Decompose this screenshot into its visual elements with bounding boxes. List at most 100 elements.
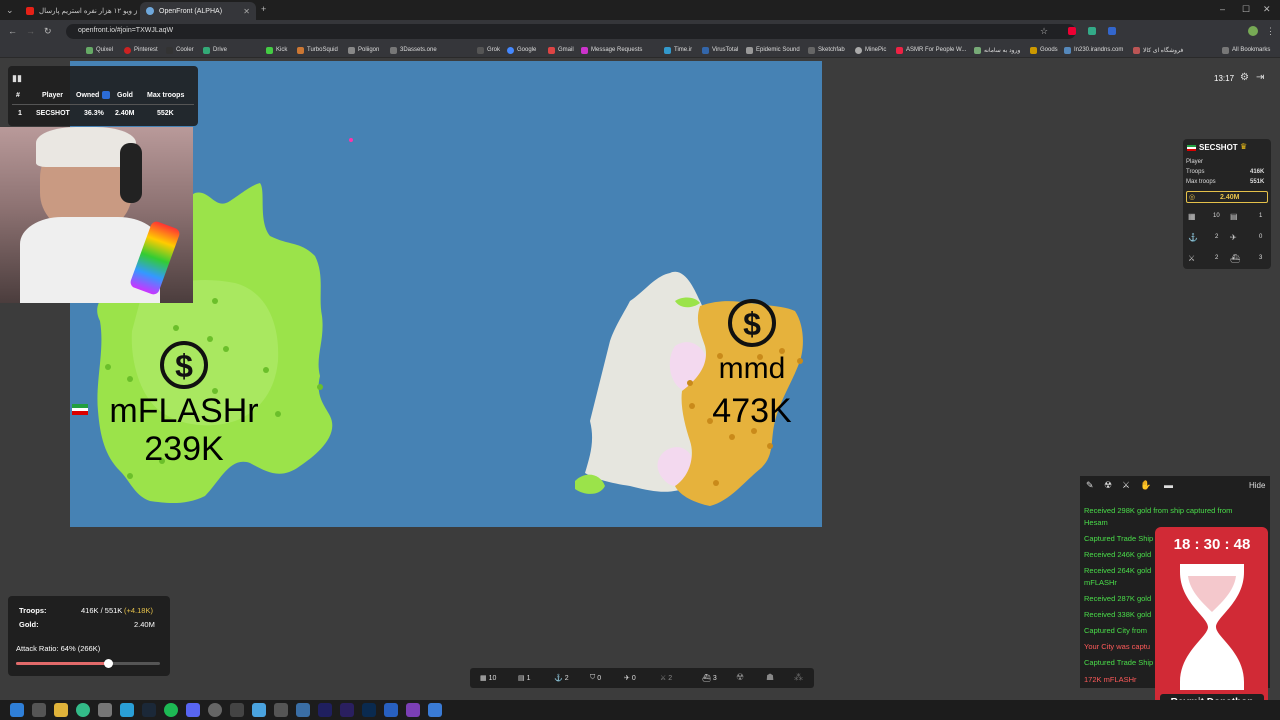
leaderboard-header[interactable]: Player (42, 92, 63, 99)
premiere-icon[interactable] (340, 703, 354, 717)
app-icon[interactable] (296, 703, 310, 717)
all-bookmarks[interactable]: All Bookmarks (1222, 45, 1270, 55)
bookmark-item[interactable]: Sketchfab (808, 45, 845, 55)
profile-avatar[interactable] (1248, 26, 1258, 36)
build-port-button[interactable]: ⚓ 2 (554, 672, 569, 684)
bookmark-item[interactable]: Google (507, 45, 536, 55)
tab-openfront[interactable]: OpenFront (ALPHA) ✕ (140, 2, 256, 20)
window-close-icon[interactable]: ✕ (1263, 4, 1271, 15)
steam-icon[interactable] (142, 703, 156, 717)
obs-icon[interactable] (208, 703, 222, 717)
app-icon[interactable] (428, 703, 442, 717)
menu-icon[interactable]: ⋮ (1266, 26, 1275, 37)
extension-icon[interactable] (1088, 27, 1096, 35)
bookmark-item[interactable]: In230.irandns.com (1064, 45, 1123, 55)
attack-ratio-slider[interactable] (16, 662, 160, 665)
star-icon[interactable]: ☆ (1040, 26, 1048, 37)
bookmark-label: Drive (213, 47, 228, 53)
file-explorer-icon[interactable] (54, 703, 68, 717)
bookmark-item[interactable]: Poliigon (348, 45, 379, 55)
bookmark-item[interactable]: Grok (477, 45, 500, 55)
bookmark-item[interactable]: Gmail (548, 45, 574, 55)
sort-icon[interactable] (102, 91, 110, 99)
build-filter-icon[interactable]: ✎ (1086, 480, 1094, 491)
bookmark-item[interactable]: Time.ir (664, 45, 692, 55)
bookmark-item[interactable]: MinePic (855, 45, 886, 55)
bookmark-item[interactable]: Message Requests (581, 45, 642, 55)
app-icon[interactable] (274, 703, 288, 717)
chrome-icon[interactable] (76, 703, 90, 717)
maximize-icon[interactable]: ☐ (1242, 4, 1250, 15)
build-sam-button[interactable]: ⚔ 2 (660, 672, 672, 684)
bookmark-item[interactable]: Pinterest (124, 45, 158, 55)
telegram-icon[interactable] (120, 703, 134, 717)
bookmark-item[interactable]: Epidemic Sound (746, 45, 800, 55)
bookmark-label: In230.irandns.com (1074, 47, 1124, 53)
build-city-button[interactable]: ▦ 10 (480, 672, 496, 684)
leaderboard-header[interactable]: Max troops (147, 92, 184, 99)
bookmark-item[interactable]: Kick (266, 45, 287, 55)
timer-text: 18 : 30 : 48 (1173, 536, 1251, 553)
tab-search-icon[interactable]: ⌄ (6, 5, 14, 16)
build-count: 0 (631, 674, 636, 682)
exit-icon[interactable]: ⇥ (1256, 72, 1264, 83)
hydrogen-bomb-icon[interactable]: ☗ (766, 672, 774, 683)
bookmark-item[interactable]: Drive (203, 45, 227, 55)
bookmark-label: MinePic (865, 47, 887, 53)
event-message: 172K mFLASHr (1084, 675, 1137, 684)
spotify-icon[interactable] (164, 703, 178, 717)
bookmark-item[interactable]: Cooler (166, 45, 194, 55)
attack-filter-icon[interactable]: ⚔ (1122, 480, 1130, 491)
extension-icon[interactable] (1108, 27, 1116, 35)
discord-icon[interactable] (186, 703, 200, 717)
minimize-icon[interactable]: – (1220, 4, 1225, 14)
app-icon[interactable] (252, 703, 266, 717)
photoshop-icon[interactable] (362, 703, 376, 717)
nuke-icon[interactable]: ☢ (736, 672, 744, 683)
app-icon[interactable] (384, 703, 398, 717)
bookmark-item[interactable]: ASMR For People W... (896, 45, 966, 55)
sam-count: 2 (1215, 255, 1219, 261)
nuke-filter-icon[interactable]: ☢ (1104, 480, 1112, 491)
bookmark-item[interactable]: فروشگاه ای کالا (1133, 45, 1183, 55)
event-message: Your City was captu (1084, 642, 1151, 651)
forward-icon[interactable]: → (26, 26, 35, 36)
windows-start-icon[interactable] (10, 703, 24, 717)
new-tab-icon[interactable]: + (261, 4, 266, 14)
build-missile-button[interactable]: ✈ 0 (624, 672, 636, 684)
leaderboard-toggle-icon[interactable]: ▮▮ (12, 73, 22, 84)
bookmark-label: Gmail (558, 47, 574, 53)
tab-youtube[interactable]: از ویو ۱۲ هزار نفره استریم پارسال... ✕ (20, 2, 138, 20)
search-icon[interactable] (32, 703, 46, 717)
after-effects-icon[interactable] (318, 703, 332, 717)
bookmark-label: VirusTotal (712, 47, 739, 53)
missile-icon: ✈ (1230, 233, 1237, 242)
close-icon[interactable]: ✕ (243, 7, 250, 16)
build-factory-button[interactable]: ▤ 1 (518, 672, 531, 684)
bookmark-item[interactable]: 3Dassets.one (390, 45, 437, 55)
bookmark-item[interactable]: VirusTotal (702, 45, 738, 55)
back-icon[interactable]: ← (8, 26, 17, 36)
extension-icon[interactable] (1068, 27, 1076, 35)
build-defense-button[interactable]: ⛉ 0 (590, 672, 601, 684)
build-warship-button[interactable]: ⛴ 3 (702, 672, 717, 684)
mirv-icon[interactable]: ⁂ (794, 672, 803, 683)
address-bar[interactable]: openfront.io/#join=TXWJLaqW (66, 24, 1076, 39)
bookmark-item[interactable]: Quixel (86, 45, 113, 55)
leaderboard-header[interactable]: Gold (117, 92, 133, 99)
bookmark-item[interactable]: ورود به سامانه (974, 45, 1020, 55)
reload-icon[interactable]: ↻ (44, 26, 52, 37)
app-icon[interactable] (98, 703, 112, 717)
attack-ratio-label: Attack Ratio: 64% (266K) (16, 644, 101, 653)
webcam-overlay (0, 127, 193, 303)
game-clock: 13:17 (1214, 74, 1235, 83)
bookmark-item[interactable]: TurboSquid (297, 45, 338, 55)
hide-button[interactable]: Hide (1249, 481, 1265, 490)
alliance-filter-icon[interactable]: ✋ (1140, 480, 1151, 491)
leaderboard-header[interactable]: Owned (76, 92, 99, 99)
bookmark-item[interactable]: Goods (1030, 45, 1058, 55)
app-icon[interactable] (230, 703, 244, 717)
settings-icon[interactable]: ⚙ (1240, 72, 1249, 83)
app-icon[interactable] (406, 703, 420, 717)
chat-filter-icon[interactable]: ▬ (1164, 480, 1173, 490)
